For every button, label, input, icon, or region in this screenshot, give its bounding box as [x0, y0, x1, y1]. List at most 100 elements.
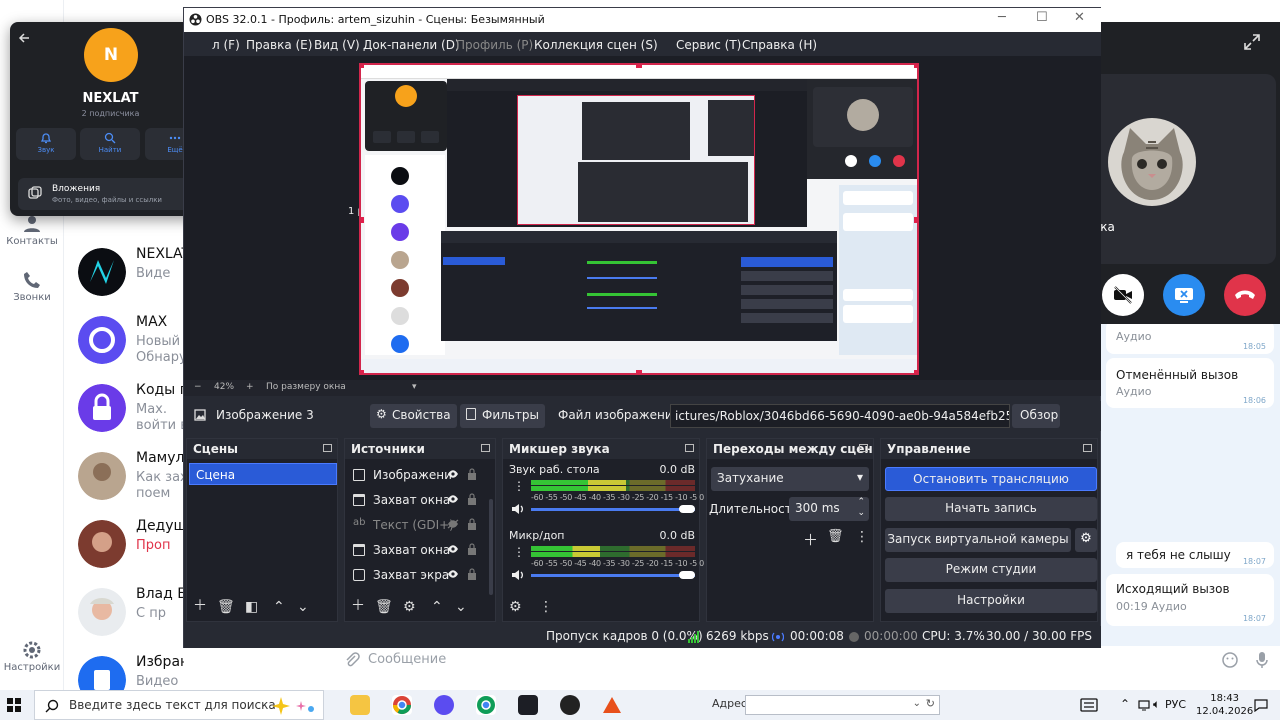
transition-menu-button[interactable]: ⋮: [855, 529, 869, 545]
menu-docks[interactable]: Док-панели (D): [363, 38, 460, 52]
taskbar-search-input[interactable]: Введите здесь текст для поиска: [69, 698, 276, 712]
browse-button[interactable]: Обзор: [1012, 404, 1060, 428]
obs-taskbar-icon[interactable]: [560, 695, 580, 715]
volume-knob[interactable]: [679, 505, 695, 513]
image-file-path[interactable]: ictures/Roblox/3046bd66-5690-4090-ae0b-9…: [670, 404, 1010, 428]
volume-slider[interactable]: [531, 508, 695, 511]
menu-scene-collection[interactable]: Коллекция сцен (S): [534, 38, 658, 52]
close-button[interactable]: ✕: [1074, 10, 1085, 25]
chat-item[interactable]: MAX Новый зе Обнаруж: [78, 314, 184, 380]
remove-source-button[interactable]: 🗑: [375, 599, 393, 615]
menu-profile[interactable]: Профиль (P): [456, 38, 533, 52]
menu-tools[interactable]: Сервис (T): [676, 38, 741, 52]
undock-icon[interactable]: [859, 444, 868, 452]
remove-scene-button[interactable]: 🗑: [217, 599, 235, 615]
volume-slider[interactable]: [531, 574, 695, 577]
keyboard-icon[interactable]: [1080, 698, 1098, 712]
message-input[interactable]: Сообщение: [368, 652, 446, 667]
emoji-icon[interactable]: [1222, 652, 1238, 668]
clock[interactable]: 18:43 12.04.2026: [1196, 692, 1253, 718]
lock-icon[interactable]: [467, 543, 477, 555]
minimize-button[interactable]: ─: [998, 10, 1006, 25]
virtual-camera-button[interactable]: Запуск виртуальной камеры: [885, 528, 1071, 552]
maximize-button[interactable]: ☐: [1036, 10, 1048, 25]
zoom-out-button[interactable]: −: [194, 382, 202, 392]
expand-icon[interactable]: [1244, 34, 1260, 50]
eye-icon[interactable]: [447, 569, 459, 579]
lock-icon[interactable]: [467, 493, 477, 505]
preview-canvas[interactable]: [359, 63, 919, 375]
eye-icon[interactable]: [447, 494, 459, 504]
mixer-menu-button[interactable]: ⋮: [539, 599, 553, 615]
windows-start-icon[interactable]: [7, 698, 21, 712]
chat-item[interactable]: NEXLAT Виде: [78, 246, 184, 312]
rail-calls[interactable]: Звонки: [0, 270, 64, 303]
zoom-fit-select[interactable]: По размеру окна: [266, 382, 346, 392]
sound-button[interactable]: Звук: [16, 128, 76, 160]
volume-knob[interactable]: [679, 571, 695, 579]
settings-button[interactable]: Настройки: [885, 589, 1097, 613]
remove-transition-button[interactable]: 🗑: [827, 529, 844, 544]
menu-view[interactable]: Вид (V): [314, 38, 360, 52]
speaker-icon[interactable]: [511, 503, 525, 515]
microphone-icon[interactable]: [1254, 651, 1270, 669]
stop-stream-button[interactable]: Остановить трансляцию: [885, 467, 1097, 491]
transition-type-select[interactable]: Затухание ▾: [711, 467, 869, 491]
filters-button[interactable]: Фильтры: [460, 404, 545, 428]
source-item[interactable]: Захват окна: [351, 490, 481, 512]
speaker-icon[interactable]: [511, 569, 525, 581]
move-down-button[interactable]: ⌄: [455, 599, 467, 615]
channel-menu-icon[interactable]: ⋮: [513, 545, 525, 559]
lock-icon[interactable]: [467, 568, 477, 580]
source-item[interactable]: Захват окна: [351, 540, 481, 562]
screen-share-button[interactable]: [1163, 274, 1205, 316]
add-transition-button[interactable]: ＋: [803, 529, 818, 550]
menu-help[interactable]: Справка (H): [742, 38, 817, 52]
chrome-profile-icon[interactable]: [476, 695, 496, 715]
attach-icon[interactable]: [344, 652, 360, 668]
move-up-button[interactable]: ⌃: [273, 599, 285, 615]
end-call-button[interactable]: [1224, 274, 1266, 316]
max-app-icon[interactable]: [434, 695, 454, 715]
camera-off-button[interactable]: [1102, 274, 1144, 316]
address-input[interactable]: ⌄ ↻: [745, 695, 940, 715]
eye-icon[interactable]: [447, 469, 459, 479]
network-icon[interactable]: [1138, 699, 1150, 711]
chat-item[interactable]: Дедушк Проп: [78, 518, 184, 584]
chevron-down-icon[interactable]: ⌄: [913, 698, 921, 709]
source-item[interactable]: Изображени: [351, 465, 481, 487]
undock-icon[interactable]: [323, 444, 332, 452]
properties-button[interactable]: ⚙ Свойства: [370, 404, 457, 428]
lock-icon[interactable]: [467, 468, 477, 480]
chevron-down-icon[interactable]: ▾: [412, 382, 417, 392]
zoom-in-button[interactable]: +: [246, 382, 254, 392]
chat-item[interactable]: Влад Бу С пр: [78, 586, 184, 652]
notifications-icon[interactable]: [1254, 698, 1268, 712]
virtual-camera-settings-button[interactable]: ⚙: [1075, 528, 1097, 552]
chat-item[interactable]: Мамуля Как захо поем: [78, 450, 184, 516]
sources-scrollbar[interactable]: [489, 499, 493, 595]
scene-item[interactable]: Сцена: [189, 463, 337, 485]
spin-arrows-icon[interactable]: ⌃ ⌄: [857, 497, 865, 519]
refresh-icon[interactable]: ↻: [926, 697, 935, 710]
move-up-button[interactable]: ⌃: [431, 599, 443, 615]
rail-contacts[interactable]: Контакты: [0, 214, 64, 247]
speaker-icon[interactable]: 🔈︎: [1153, 697, 1160, 712]
duration-input[interactable]: 300 ms ⌃ ⌄: [789, 497, 869, 521]
add-scene-button[interactable]: ＋: [193, 595, 207, 615]
menu-file[interactable]: л (F): [212, 38, 240, 52]
chat-item[interactable]: Коды по Max. войти в: [78, 382, 184, 448]
add-source-button[interactable]: ＋: [351, 595, 365, 615]
taskbar-search[interactable]: Введите здесь текст для поиска: [34, 690, 324, 720]
chrome-icon[interactable]: [392, 695, 412, 715]
tray-chevron-icon[interactable]: ⌃: [1120, 697, 1130, 711]
scene-filters-button[interactable]: ◧: [245, 599, 258, 615]
language-indicator[interactable]: РУС: [1165, 698, 1186, 711]
source-properties-button[interactable]: ⚙: [403, 599, 416, 615]
rail-settings[interactable]: Настройки: [0, 640, 64, 673]
source-item[interactable]: Захват экра: [351, 565, 481, 587]
back-arrow-icon[interactable]: [18, 32, 30, 44]
mixer-settings-button[interactable]: ⚙: [509, 599, 522, 615]
channel-menu-icon[interactable]: ⋮: [513, 479, 525, 493]
start-record-button[interactable]: Начать запись: [885, 497, 1097, 521]
